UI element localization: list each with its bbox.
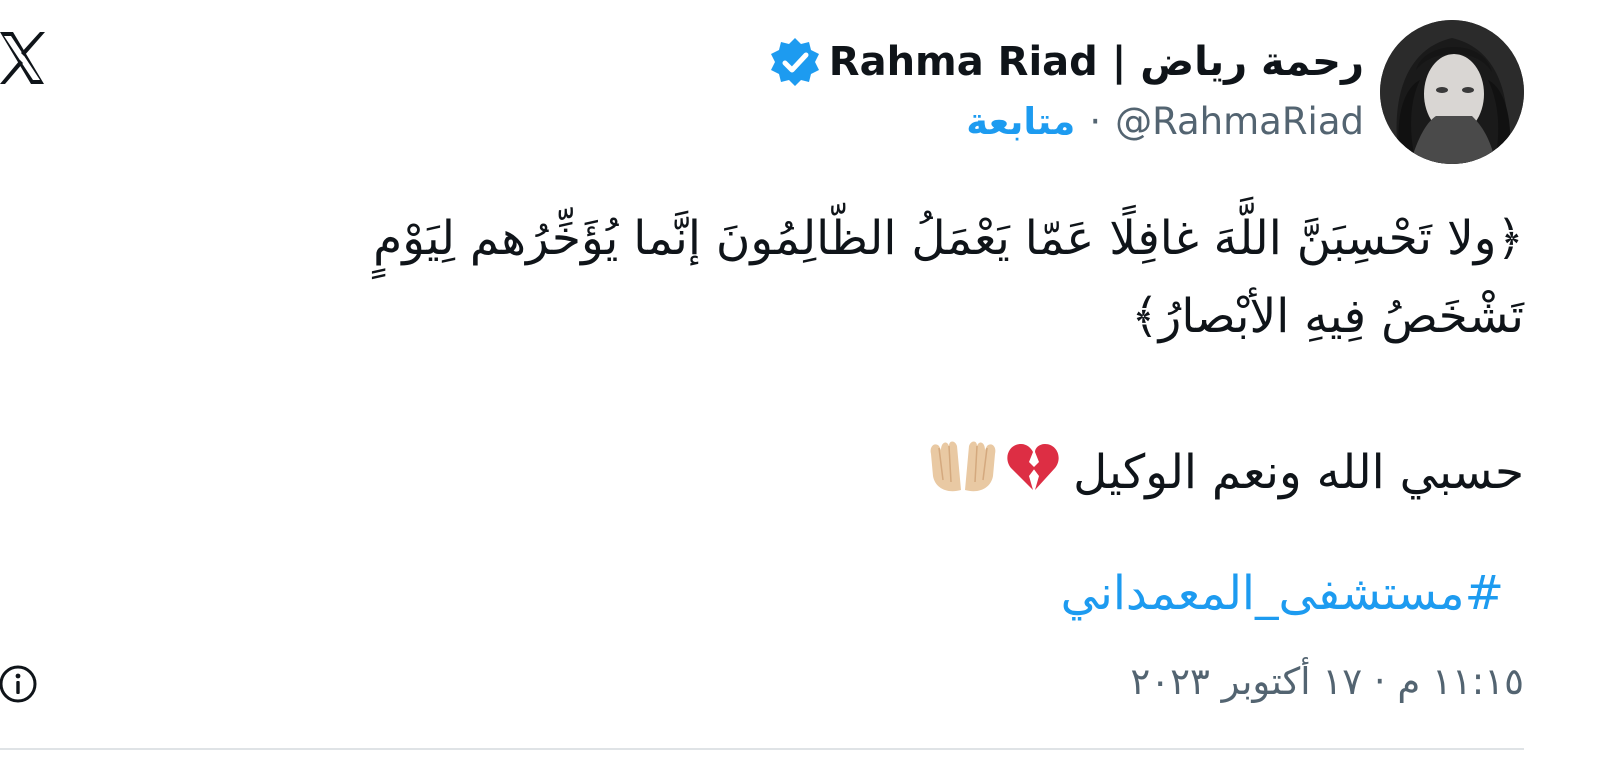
tweet-quote-line-1: ﴿ولا تَحْسِبَنَّ اللَّهَ غافِلًا عَمّا ي… [373,211,1524,266]
tweet-quote-line-2: تَشْخَصُ فِيهِ الأبْصارُ﴾ [1131,289,1524,344]
follow-button[interactable]: متابعة [966,100,1075,143]
tweet-paragraph-2: حسبي الله ونعم الوكيل [64,434,1524,512]
broken-heart-icon [1007,444,1059,490]
tweet-embed: رحمة رياض | Rahma Riad @RahmaRiad · متاب… [0,0,1600,777]
tweet-prayer-text: حسبي الله ونعم الوكيل [1073,445,1524,500]
divider [0,748,1524,750]
info-icon[interactable] [0,664,38,704]
tweet-timestamp[interactable]: ١١:١٥ م · ١٧ أكتوبر ٢٠٢٣ [1130,660,1524,703]
author-display-name[interactable]: رحمة رياض | Rahma Riad [829,39,1364,85]
tweet-header: رحمة رياض | Rahma Riad @RahmaRiad · متاب… [769,30,1364,143]
author-name-row: رحمة رياض | Rahma Riad [769,30,1364,94]
hashtag-link[interactable]: #مستشفى_المعمداني [1061,566,1504,621]
hashtag-text[interactable]: #مستشفى_المعمداني [1061,566,1504,621]
palms-up-together-icon [930,441,996,492]
author-handle[interactable]: @RahmaRiad [1115,100,1364,143]
verified-badge-icon [770,38,819,86]
x-logo-icon[interactable] [0,26,48,90]
author-handle-row: @RahmaRiad · متابعة [769,100,1364,143]
avatar[interactable] [1380,20,1524,164]
avatar-photo [1380,20,1524,164]
tweet-text: ﴿ولا تَحْسِبَنَّ اللَّهَ غافِلًا عَمّا ي… [64,200,1524,512]
separator-dot: · [1089,100,1102,143]
